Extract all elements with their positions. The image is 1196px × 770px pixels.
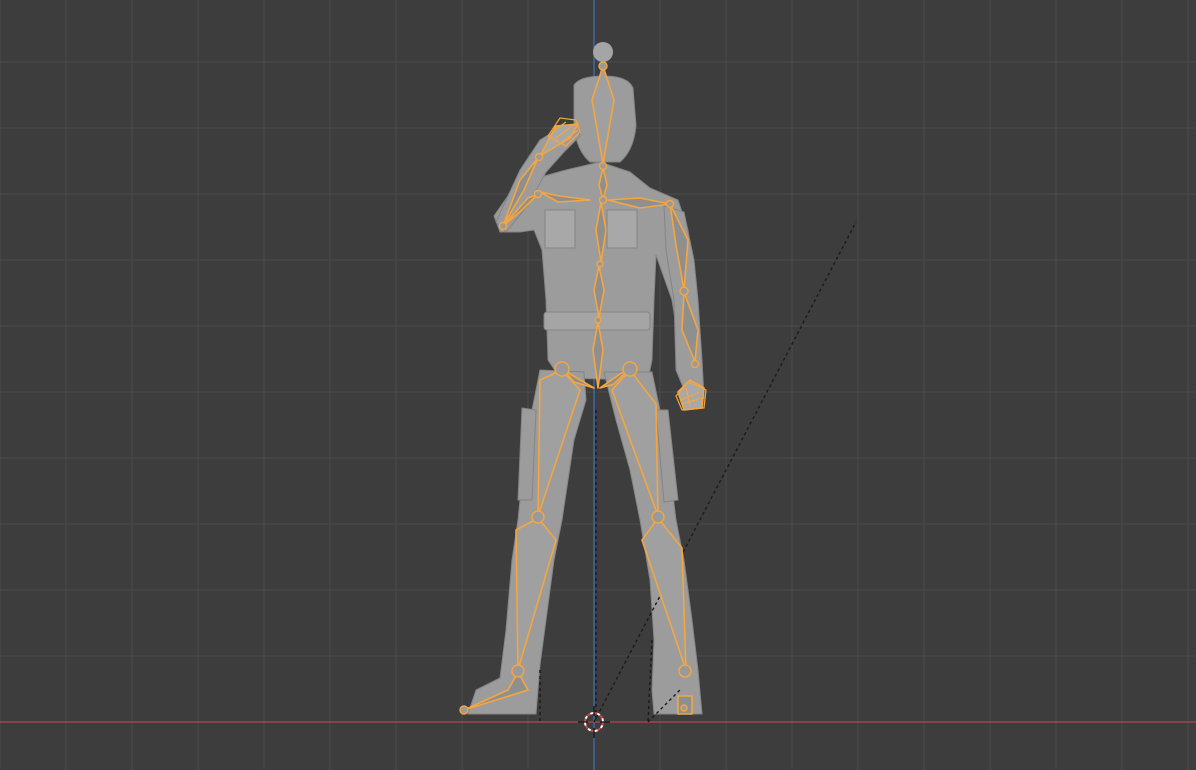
joint-head-tip	[593, 42, 613, 62]
joint-knee-right	[651, 510, 665, 524]
joint-elbow-left	[498, 221, 508, 231]
joint-spine	[596, 260, 604, 268]
joint-hip-right	[622, 361, 638, 377]
joint-wrist-left	[534, 152, 544, 162]
joint-knee-left	[531, 510, 545, 524]
viewport-canvas[interactable]	[0, 0, 1196, 770]
joint-shoulder-left	[533, 189, 543, 199]
chest-pocket-left	[544, 209, 576, 249]
joint-hip-left	[554, 361, 570, 377]
joint-toe-right	[680, 704, 688, 712]
joint-ankle-right	[678, 664, 692, 678]
joint-neck	[598, 161, 608, 171]
joint-elbow-right	[679, 286, 689, 296]
joint-chest	[598, 195, 608, 205]
joint-toe-left	[459, 705, 469, 715]
joint-shoulder-right	[665, 199, 675, 209]
joint-head	[598, 61, 608, 71]
joint-spine-lower	[594, 316, 602, 324]
joint-ankle-left	[511, 664, 525, 678]
joint-wrist-right	[690, 359, 700, 369]
3d-viewport[interactable]	[0, 0, 1196, 770]
chest-pocket-right	[606, 209, 638, 249]
